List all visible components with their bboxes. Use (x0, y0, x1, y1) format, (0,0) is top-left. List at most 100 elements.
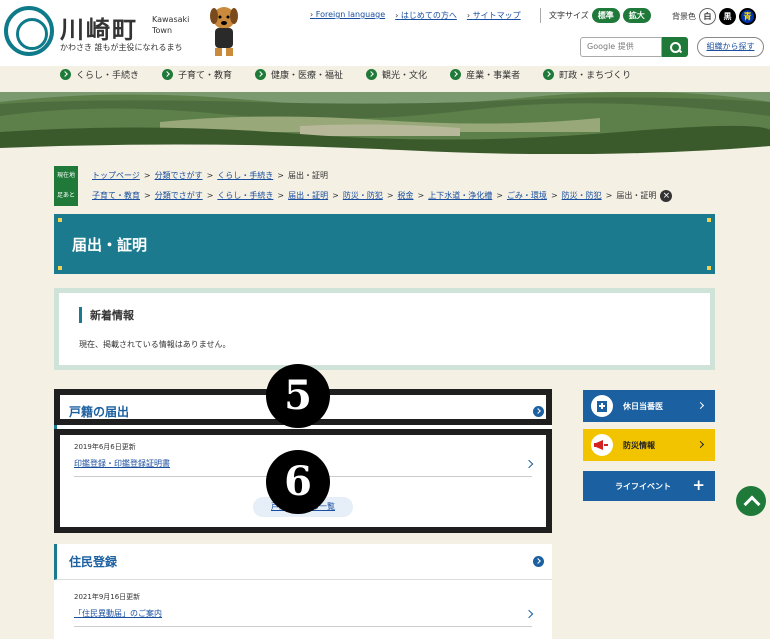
chevron-right-icon (524, 459, 534, 468)
gnav-label: 子育て・教育 (178, 71, 233, 81)
gnav-item-tourism[interactable]: 観光・文化 (366, 68, 427, 81)
news-inner: 新着情報 現在、掲載されている情報はありません。 (59, 293, 710, 365)
font-size-label: 文字サイズ (549, 11, 589, 20)
update-date: 2021年9月16日更新 (74, 593, 141, 601)
history-link[interactable]: 防災・防犯 (343, 187, 383, 205)
corner-dot (58, 218, 62, 222)
breadcrumb-current-page: 届出・証明 (287, 171, 328, 180)
close-icon[interactable]: × (660, 190, 673, 202)
town-emblem-icon[interactable] (4, 6, 54, 56)
corner-dot (707, 266, 711, 270)
news-heading: 新着情報 (79, 307, 690, 323)
page-title: 届出・証明 (54, 214, 715, 274)
font-size-control: 文字サイズ 標準 拡大 (540, 8, 651, 23)
arrow-right-icon (162, 69, 174, 80)
site-logo-english: Kawasaki Town (152, 14, 189, 36)
gnav-label: 町政・まちづくり (559, 71, 632, 81)
chevron-right-icon (696, 440, 705, 449)
history-link[interactable]: 税金 (398, 187, 414, 205)
arrow-right-icon (533, 406, 544, 417)
arrow-right-icon (60, 69, 71, 80)
logo-en-line1: Kawasaki (152, 15, 190, 24)
holiday-doctor-label: 休日当番医 (623, 401, 663, 411)
breadcrumb-history: 足あと 子育て・教育 > 分類でさがす > くらし・手続き > 届出・証明 > 防災・防… (54, 186, 673, 206)
back-to-top-icon[interactable] (736, 486, 766, 516)
history-current: 届出・証明 (616, 191, 657, 200)
link-first-visit[interactable]: はじめての方へ (395, 10, 457, 21)
arrow-right-icon (366, 69, 378, 80)
breadcrumb-link[interactable]: くらし・手続き (217, 167, 273, 185)
bg-white-button[interactable]: 白 (699, 8, 716, 25)
breadcrumb-link[interactable]: 分類でさがす (155, 167, 203, 185)
step-badge: 6 (266, 450, 330, 514)
global-nav: くらし・手続き 子育て・教育 健康・医療・福祉 観光・文化 産業・事業者 町政・… (60, 68, 654, 81)
breadcrumb-link[interactable]: トップページ (92, 167, 140, 185)
gnav-label: 健康・医療・福祉 (271, 71, 344, 81)
section-heading[interactable]: 住民登録 (54, 544, 552, 580)
site-logo-title[interactable]: 川崎町 (60, 10, 138, 45)
arrow-right-icon (543, 69, 555, 80)
life-event-button[interactable]: ライフイベント + (583, 471, 715, 501)
bg-black-button[interactable]: 黒 (719, 8, 736, 25)
chevron-right-icon (696, 401, 705, 410)
font-size-large-button[interactable]: 拡大 (622, 8, 651, 23)
article-link[interactable]: 「住民異動届」のご案内 (74, 608, 162, 619)
hospital-icon (591, 395, 613, 417)
section-title: 戸籍の届出 (69, 405, 130, 419)
logo-en-line2: Town (152, 26, 173, 35)
holiday-doctor-button[interactable]: 休日当番医 (583, 390, 715, 422)
corner-dot (58, 266, 62, 270)
bg-color-label: 背景色 (672, 12, 696, 21)
site-header: 川崎町 Kawasaki Town かわさき 誰もが主役になれるまち Forei… (0, 0, 770, 81)
gnav-label: 産業・事業者 (466, 71, 521, 81)
arrow-right-icon (255, 69, 267, 80)
history-link[interactable]: 子育て・教育 (92, 187, 140, 205)
mascot-icon (210, 7, 238, 56)
link-sitemap[interactable]: サイトマップ (467, 10, 521, 21)
search-input[interactable]: Google 提供 (580, 37, 662, 57)
article-link[interactable]: 印鑑登録・印鑑登録証明書 (74, 458, 170, 469)
gnav-item-health[interactable]: 健康・医療・福祉 (255, 68, 343, 81)
history-link[interactable]: ごみ・環境 (507, 187, 547, 205)
gnav-label: くらし・手続き (76, 71, 140, 81)
corner-dot (707, 218, 711, 222)
history-link[interactable]: 防災・防犯 (562, 187, 602, 205)
gnav-item-government[interactable]: 町政・まちづくり (543, 68, 631, 81)
utility-links: Foreign language はじめての方へ サイトマップ (310, 10, 521, 21)
history-link[interactable]: 上下水道・浄化槽 (428, 187, 492, 205)
disaster-info-button[interactable]: 防災情報 (583, 429, 715, 461)
list-item[interactable]: 「住民異動届」のご案内 (74, 602, 534, 627)
font-size-standard-button[interactable]: 標準 (591, 8, 620, 23)
gnav-item-living[interactable]: くらし・手続き (60, 68, 139, 81)
plus-icon: + (692, 476, 705, 494)
background-color-control: 背景色 白 黒 青 (672, 8, 756, 25)
breadcrumb: 現在地 トップページ > 分類でさがす > くらし・手続き > 届出・証明 足あと 子… (54, 166, 673, 206)
chevron-right-icon (524, 609, 534, 618)
section-title: 住民登録 (69, 555, 118, 569)
news-box: 新着情報 現在、掲載されている情報はありません。 (54, 288, 715, 370)
history-link[interactable]: 分類でさがす (155, 187, 203, 205)
history-link[interactable]: くらし・手続き (217, 187, 273, 205)
site-search: Google 提供 (580, 37, 688, 57)
gnav-label: 観光・文化 (382, 71, 428, 81)
step-badge: 5 (266, 364, 330, 428)
history-link[interactable]: 届出・証明 (288, 187, 328, 205)
breadcrumb-current: 現在地 トップページ > 分類でさがす > くらし・手続き > 届出・証明 (54, 166, 672, 186)
gnav-item-industry[interactable]: 産業・事業者 (450, 68, 520, 81)
bg-blue-button[interactable]: 青 (739, 8, 756, 25)
disaster-info-label: 防災情報 (623, 440, 655, 450)
arrow-right-icon (533, 556, 544, 567)
megaphone-icon (591, 434, 613, 456)
breadcrumb-history-tag: 足あと (54, 186, 79, 206)
org-search-button[interactable]: 組織から探す (697, 37, 764, 57)
news-body: 現在、掲載されている情報はありません。 (79, 340, 231, 349)
section-resident-registry: 住民登録 2021年9月16日更新 「住民異動届」のご案内 (54, 544, 552, 639)
gnav-item-childcare[interactable]: 子育て・教育 (162, 68, 232, 81)
hero-landscape-image (0, 92, 770, 154)
arrow-right-icon (450, 69, 462, 80)
section-body: 2021年9月16日更新 「住民異動届」のご案内 (54, 580, 552, 627)
life-event-label: ライフイベント (615, 481, 671, 491)
link-foreign-language[interactable]: Foreign language (310, 10, 385, 21)
breadcrumb-current-tag: 現在地 (54, 166, 79, 186)
search-icon[interactable] (662, 37, 688, 57)
